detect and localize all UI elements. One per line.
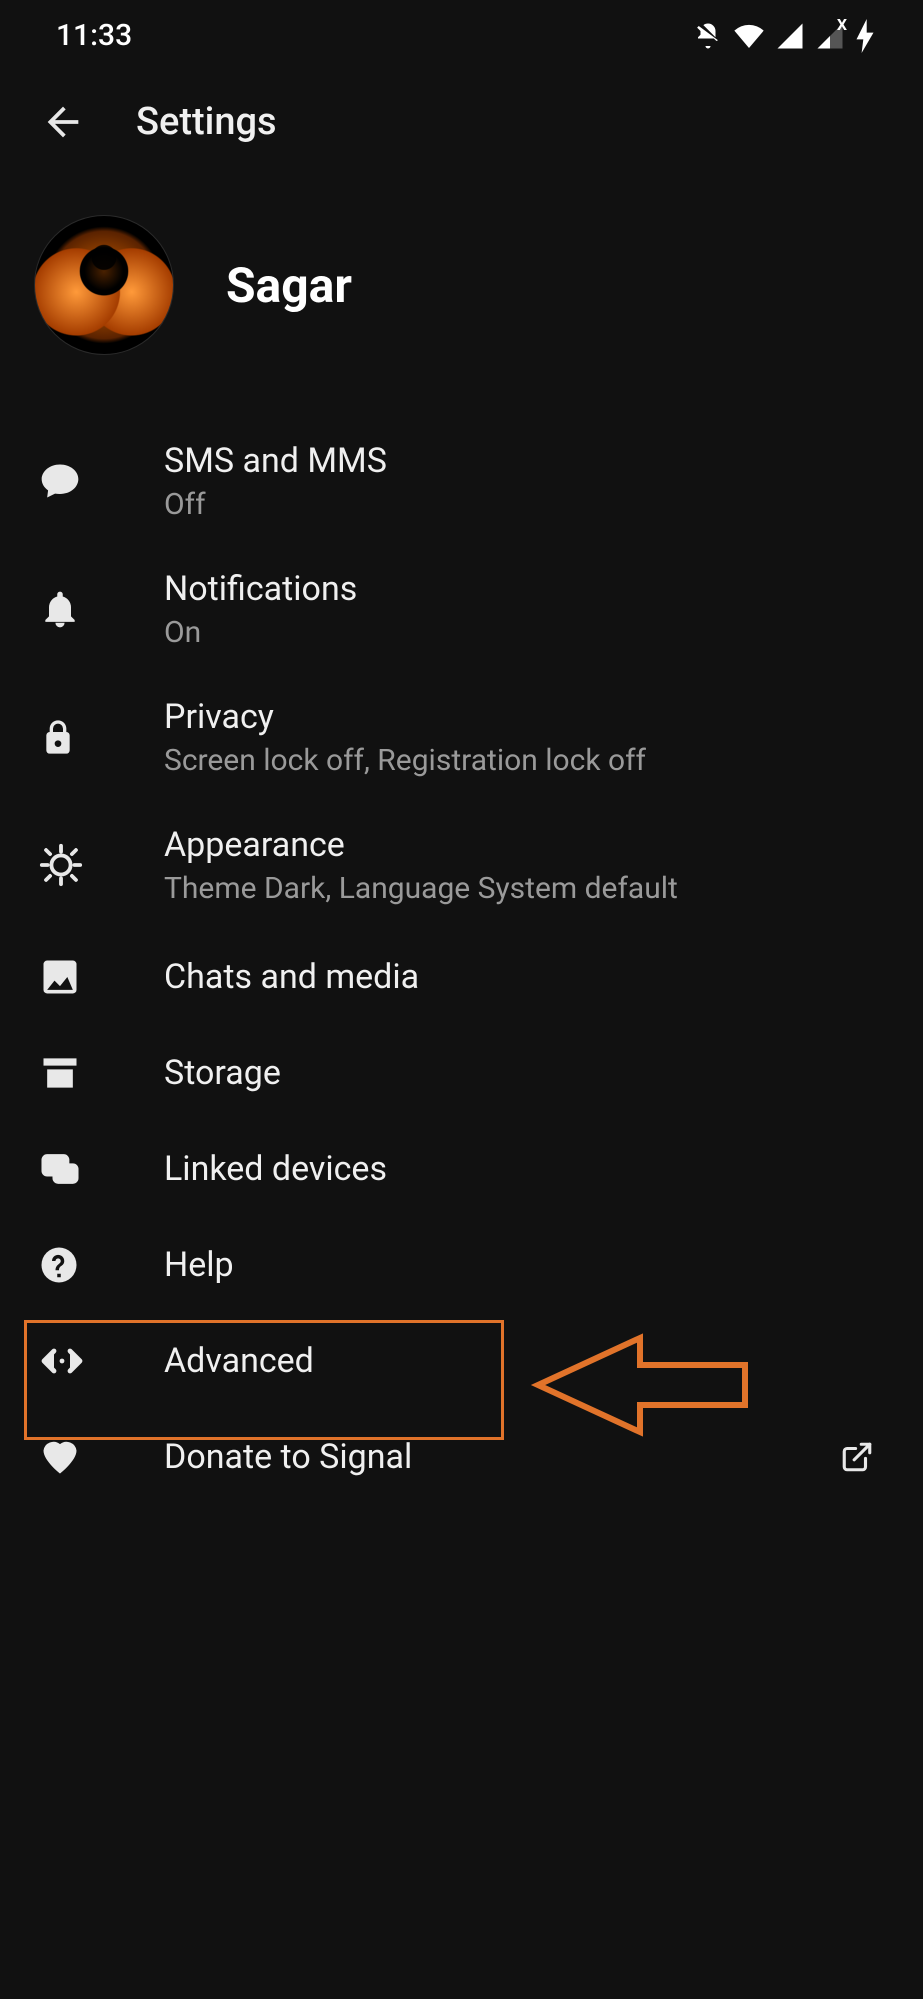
item-title: Appearance bbox=[164, 825, 887, 865]
status-bar: 11:33 X bbox=[0, 0, 923, 71]
avatar bbox=[34, 215, 174, 355]
settings-item-notifications[interactable]: Notifications On bbox=[0, 545, 923, 673]
help-icon bbox=[38, 1244, 80, 1286]
item-title: Advanced bbox=[164, 1341, 887, 1381]
item-subtitle: Theme Dark, Language System default bbox=[164, 871, 887, 906]
item-title: Linked devices bbox=[164, 1149, 887, 1189]
profile-name: Sagar bbox=[226, 257, 352, 314]
open-external-icon bbox=[840, 1440, 874, 1474]
item-title: Donate to Signal bbox=[164, 1437, 827, 1477]
lock-icon bbox=[38, 717, 78, 757]
settings-item-chats[interactable]: Chats and media bbox=[0, 929, 923, 1025]
settings-item-advanced[interactable]: Advanced bbox=[0, 1313, 923, 1409]
status-icons: X bbox=[693, 19, 875, 53]
item-subtitle: Off bbox=[164, 487, 887, 522]
cellular-signal-icon bbox=[775, 21, 805, 51]
bell-icon bbox=[38, 587, 82, 631]
cellular-no-sim-icon: X bbox=[815, 21, 845, 51]
archive-icon bbox=[38, 1051, 82, 1095]
settings-item-privacy[interactable]: Privacy Screen lock off, Registration lo… bbox=[0, 673, 923, 801]
status-time: 11:33 bbox=[56, 18, 132, 53]
item-title: Notifications bbox=[164, 569, 887, 609]
arrow-back-icon bbox=[40, 99, 86, 145]
app-bar: Settings bbox=[0, 71, 923, 185]
settings-list: SMS and MMS Off Notifications On Privacy… bbox=[0, 417, 923, 1505]
item-title: Storage bbox=[164, 1053, 887, 1093]
item-title: Help bbox=[164, 1245, 887, 1285]
brightness-icon bbox=[38, 842, 84, 888]
do-not-disturb-icon bbox=[693, 21, 723, 51]
photo-icon bbox=[38, 955, 82, 999]
chat-bubble-icon bbox=[38, 459, 82, 503]
settings-item-storage[interactable]: Storage bbox=[0, 1025, 923, 1121]
settings-item-linked-devices[interactable]: Linked devices bbox=[0, 1121, 923, 1217]
item-subtitle: On bbox=[164, 615, 887, 650]
profile-row[interactable]: Sagar bbox=[0, 185, 923, 417]
charging-icon bbox=[855, 19, 875, 53]
item-subtitle: Screen lock off, Registration lock off bbox=[164, 743, 887, 778]
item-title: SMS and MMS bbox=[164, 441, 887, 481]
item-title: Chats and media bbox=[164, 957, 887, 997]
settings-item-help[interactable]: Help bbox=[0, 1217, 923, 1313]
settings-item-donate[interactable]: Donate to Signal bbox=[0, 1409, 923, 1505]
back-button[interactable] bbox=[40, 99, 86, 145]
item-title: Privacy bbox=[164, 697, 887, 737]
settings-item-sms[interactable]: SMS and MMS Off bbox=[0, 417, 923, 545]
wifi-icon bbox=[733, 20, 765, 52]
linked-devices-icon bbox=[38, 1147, 82, 1191]
page-title: Settings bbox=[136, 100, 277, 144]
heart-icon bbox=[38, 1435, 82, 1479]
settings-item-appearance[interactable]: Appearance Theme Dark, Language System d… bbox=[0, 801, 923, 929]
code-icon bbox=[38, 1337, 86, 1385]
